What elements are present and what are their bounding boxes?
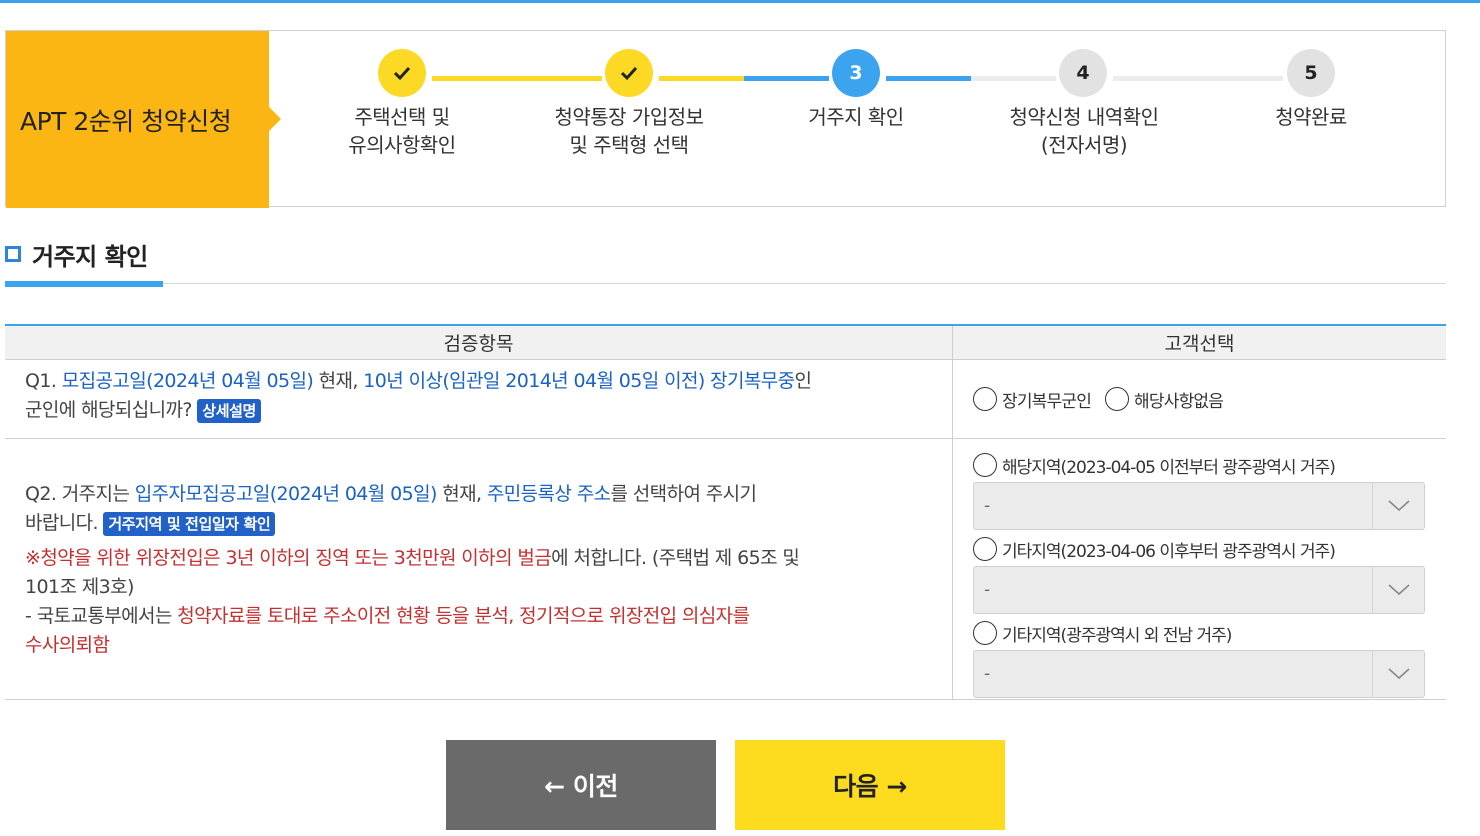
q2-choices: 해당지역(2023-04-05 이전부터 광주광역시 거주) - 기타지역(20… bbox=[953, 439, 1446, 699]
step-2-circle bbox=[605, 49, 653, 97]
next-button[interactable]: 다음 → bbox=[735, 740, 1005, 830]
q2-text-suffix: 를 선택하여 주시기 bbox=[610, 483, 757, 505]
q2-registered-address: 주민등록상 주소 bbox=[486, 483, 611, 505]
table-header: 검증항목 고객선택 bbox=[5, 326, 1446, 360]
radio-label: 기타지역(2023-04-06 이후부터 광주광역시 거주) bbox=[1002, 541, 1336, 562]
table-row-q1: Q1. 모집공고일(2024년 04월 05일) 현재, 10년 이상(임관일 … bbox=[5, 360, 1446, 439]
option-other-area-jeonnam: 기타지역(광주광역시 외 전남 거주) - bbox=[973, 620, 1446, 698]
residence-check-button[interactable]: 거주지역 및 전입일자 확인 bbox=[103, 511, 276, 536]
section-title: 거주지 확인 bbox=[32, 242, 148, 271]
step-connector-2-3-done bbox=[659, 76, 744, 81]
radio-not-applicable[interactable]: 해당사항없음 bbox=[1105, 387, 1224, 412]
radio-long-term-soldier[interactable]: 장기복무군인 bbox=[973, 387, 1092, 412]
radio-other-area-jeonnam[interactable]: 기타지역(광주광역시 외 전남 거주) bbox=[973, 620, 1446, 646]
step-connector-2-3-active bbox=[744, 76, 829, 81]
notice-red-text-line2: 수사의뢰함 bbox=[25, 634, 110, 656]
stepper-title-arrow bbox=[269, 107, 281, 131]
warning-text-line2: 101조 제3호) bbox=[25, 576, 134, 598]
step-4-label: 청약신청 내역확인 (전자서명) bbox=[1009, 105, 1159, 157]
q1-question: Q1. 모집공고일(2024년 04월 05일) 현재, 10년 이상(임관일 … bbox=[5, 360, 953, 438]
select-value: - bbox=[984, 496, 991, 516]
radio-circle[interactable] bbox=[973, 537, 997, 561]
warning-mark: ※ bbox=[25, 547, 41, 569]
chevron-down-icon[interactable] bbox=[1372, 651, 1424, 697]
q2-notice-date: 입주자모집공고일(2024년 04월 05일) bbox=[134, 483, 438, 505]
top-accent-line bbox=[0, 0, 1480, 3]
radio-circle[interactable] bbox=[1105, 387, 1130, 411]
step-connector-3-4-todo bbox=[971, 76, 1056, 81]
option-local-area: 해당지역(2023-04-05 이전부터 광주광역시 거주) - bbox=[973, 452, 1446, 530]
step-1-label: 주택선택 및 유의사항확인 bbox=[348, 105, 456, 157]
q2-prefix: Q2. 거주지는 bbox=[25, 483, 135, 505]
step-connector-4-5 bbox=[1113, 76, 1283, 81]
table-row-q2: Q2. 거주지는 입주자모집공고일(2024년 04월 05일) 현재, 주민등… bbox=[5, 439, 1446, 700]
step-5-circle: 5 bbox=[1287, 49, 1335, 97]
warning-penalty: 청약을 위한 위장전입은 3년 이하의 징역 또는 3천만원 이하의 벌금 bbox=[40, 547, 552, 569]
step-3-circle: 3 bbox=[832, 49, 880, 97]
step-connector-3-4-active bbox=[886, 76, 971, 81]
radio-label: 해당사항없음 bbox=[1134, 391, 1224, 412]
section-divider bbox=[5, 283, 1446, 284]
check-icon bbox=[620, 66, 638, 81]
square-bullet-icon bbox=[5, 246, 21, 262]
radio-label: 해당지역(2023-04-05 이전부터 광주광역시 거주) bbox=[1002, 457, 1336, 478]
q1-notice-date: 모집공고일(2024년 04월 05일) bbox=[61, 370, 314, 392]
header-choice: 고객선택 bbox=[1164, 333, 1235, 355]
q1-text: 현재, bbox=[313, 370, 364, 392]
q1-text-line2: 군인에 해당되십니까? bbox=[25, 399, 198, 421]
header-item: 검증항목 bbox=[5, 326, 953, 359]
q2-text: 현재, bbox=[436, 483, 487, 505]
other-area-jeonnam-select[interactable]: - bbox=[973, 650, 1425, 698]
option-other-area-recent: 기타지역(2023-04-06 이후부터 광주광역시 거주) - bbox=[973, 536, 1446, 614]
step-3-label: 거주지 확인 bbox=[808, 105, 904, 129]
radio-circle[interactable] bbox=[973, 453, 997, 477]
check-icon bbox=[393, 66, 411, 81]
section-underline-accent bbox=[5, 281, 163, 287]
step-4-circle: 4 bbox=[1059, 49, 1107, 97]
radio-label: 기타지역(광주광역시 외 전남 거주) bbox=[1002, 625, 1232, 646]
verification-table: 검증항목 고객선택 Q1. 모집공고일(2024년 04월 05일) 현재, 1… bbox=[5, 324, 1446, 700]
q1-text-suffix: 인 bbox=[794, 370, 812, 392]
q2-question: Q2. 거주지는 입주자모집공고일(2024년 04월 05일) 현재, 주민등… bbox=[5, 439, 953, 699]
q2-text-line2: 바랍니다. bbox=[25, 512, 104, 534]
detail-button[interactable]: 상세설명 bbox=[197, 398, 261, 423]
notice-red-text: 청약자료를 토대로 주소이전 현황 등을 분석, 정기적으로 위장전입 의심자를 bbox=[177, 605, 750, 627]
warning-text: 에 처합니다. (주택법 제 65조 및 bbox=[551, 547, 800, 569]
prev-button[interactable]: ← 이전 bbox=[446, 740, 716, 830]
step-1-circle bbox=[378, 49, 426, 97]
radio-label: 장기복무군인 bbox=[1002, 391, 1092, 412]
select-value: - bbox=[984, 664, 991, 684]
step-connector-1-2 bbox=[432, 76, 602, 81]
step-5-label: 청약완료 bbox=[1275, 105, 1347, 129]
radio-circle[interactable] bbox=[973, 387, 997, 411]
radio-local-area[interactable]: 해당지역(2023-04-05 이전부터 광주광역시 거주) bbox=[973, 452, 1446, 478]
stepper-title: APT 2순위 청약신청 bbox=[6, 31, 269, 208]
progress-stepper: APT 2순위 청약신청 주택선택 및 유의사항확인 청약통장 가입정보 및 주… bbox=[5, 30, 1446, 208]
local-area-select[interactable]: - bbox=[973, 482, 1425, 530]
q1-choices: 장기복무군인 해당사항없음 bbox=[953, 360, 1446, 438]
q1-service-condition: 10년 이상(임관일 2014년 04월 05일 이전) 장기복무중 bbox=[363, 370, 795, 392]
chevron-down-icon[interactable] bbox=[1372, 567, 1424, 613]
other-area-recent-select[interactable]: - bbox=[973, 566, 1425, 614]
q1-prefix: Q1. bbox=[25, 370, 62, 392]
radio-circle[interactable] bbox=[973, 621, 997, 645]
notice-prefix: - 국토교통부에서는 bbox=[25, 605, 178, 627]
radio-other-area-recent[interactable]: 기타지역(2023-04-06 이후부터 광주광역시 거주) bbox=[973, 536, 1446, 562]
select-value: - bbox=[984, 580, 991, 600]
chevron-down-icon[interactable] bbox=[1372, 483, 1424, 529]
step-2-label: 청약통장 가입정보 및 주택형 선택 bbox=[554, 105, 704, 157]
section-header: 거주지 확인 bbox=[5, 234, 148, 274]
